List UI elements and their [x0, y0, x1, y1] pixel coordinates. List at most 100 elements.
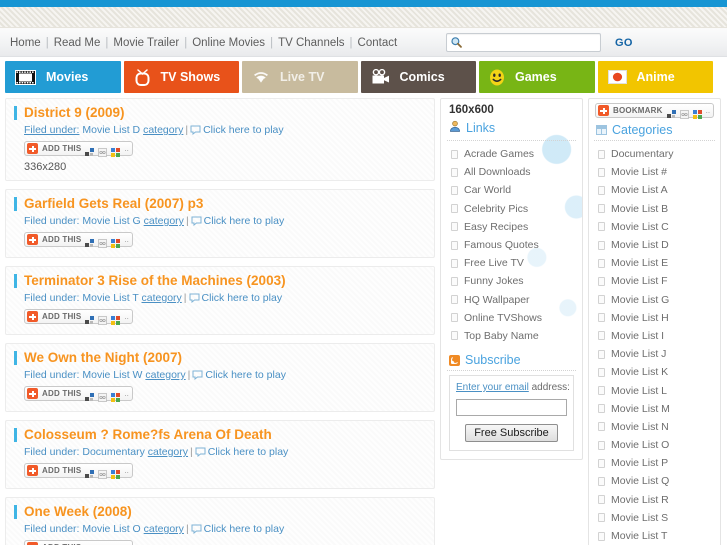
category-list-item[interactable]: Movie List # [594, 163, 715, 181]
category-list-item[interactable]: Movie List C [594, 218, 715, 236]
filed-under-label[interactable]: Filed under: [24, 215, 79, 227]
main-menu: Home | Read Me | Movie Trailer | Online Movies… [0, 37, 398, 49]
category-word-link[interactable]: category [142, 292, 182, 304]
tab-tv-shows[interactable]: TV Shows [123, 61, 239, 93]
subscribe-email-input[interactable] [456, 398, 567, 416]
enter-your-email-link[interactable]: Enter your email [456, 382, 529, 393]
category-list-item[interactable]: Movie List E [594, 254, 715, 272]
meta-separator: | [190, 446, 193, 458]
category-list-item[interactable]: Movie List H [594, 309, 715, 327]
category-list-item[interactable]: Movie List P [594, 454, 715, 472]
link-list-item[interactable]: Celebrity Pics [447, 200, 576, 218]
category-list-item[interactable]: Movie List A [594, 181, 715, 199]
addthis-widget[interactable]: ADD THIS.. [24, 232, 133, 248]
post-title-link[interactable]: Garfield Gets Real (2007) p3 [24, 196, 203, 211]
search-input[interactable] [463, 35, 593, 50]
post-title-link[interactable]: One Week (2008) [24, 504, 132, 519]
tab-live-tv[interactable]: Live TV [242, 61, 358, 93]
category-list-item[interactable]: Movie List I [594, 327, 715, 345]
category-list-item[interactable]: Movie List S [594, 509, 715, 527]
category-list-item[interactable]: Movie List R [594, 491, 715, 509]
category-list-item[interactable]: Movie List G [594, 291, 715, 309]
link-list-item[interactable]: Top Baby Name [447, 327, 576, 345]
free-subscribe-button[interactable]: Free Subscribe [465, 423, 558, 442]
play-link[interactable]: Click here to play [205, 369, 286, 381]
filed-under-label[interactable]: Filed under: [24, 369, 79, 381]
links-list: Acrade Games All Downloads Car World Celebr… [447, 145, 576, 345]
menu-item-read-me[interactable]: Read Me [53, 37, 102, 49]
category-list-item[interactable]: Movie List Q [594, 472, 715, 490]
post-category-link[interactable]: Movie List G [82, 215, 140, 227]
play-link[interactable]: Click here to play [204, 215, 285, 227]
tab-games[interactable]: Games [479, 61, 595, 93]
search-go-button[interactable]: GO [615, 37, 633, 49]
play-link[interactable]: Click here to play [204, 523, 285, 535]
search-box[interactable] [446, 33, 601, 52]
tab-comics[interactable]: Comics [360, 61, 476, 93]
menu-item-tv-channels[interactable]: TV Channels [277, 37, 345, 49]
addthis-widget[interactable]: ADD THIS.. [24, 309, 133, 325]
post-category-link[interactable]: Movie List W [82, 369, 142, 381]
category-word-link[interactable]: category [144, 215, 184, 227]
category-list-item[interactable]: Movie List N [594, 418, 715, 436]
post-category-link[interactable]: Movie List T [82, 292, 138, 304]
category-list-item[interactable]: Movie List T [594, 527, 715, 545]
post-title-row: One Week (2008) [14, 504, 426, 519]
menu-item-movie-trailer[interactable]: Movie Trailer [112, 37, 180, 49]
filed-under-label[interactable]: Filed under: [24, 124, 79, 136]
category-word-link[interactable]: category [145, 369, 185, 381]
menu-item-online-movies[interactable]: Online Movies [191, 37, 266, 49]
addthis-widget[interactable]: ADD THIS.. [24, 463, 133, 479]
bookmark-widget[interactable]: BOOKMARK .. [595, 103, 715, 119]
category-word-link[interactable]: category [148, 446, 188, 458]
category-list-item[interactable]: Movie List J [594, 345, 715, 363]
addthis-widget[interactable]: ADD THIS.. [24, 141, 133, 157]
link-list-item-label: Funny Jokes [464, 275, 524, 288]
category-list-item[interactable]: Movie List M [594, 400, 715, 418]
addthis-widget[interactable]: ADD THIS.. [24, 386, 133, 402]
post-category-link[interactable]: Movie List O [82, 523, 140, 535]
post-title-link[interactable]: We Own the Night (2007) [24, 350, 182, 365]
post-category-link[interactable]: Documentary [82, 446, 144, 458]
link-list-item[interactable]: Easy Recipes [447, 218, 576, 236]
link-list-item[interactable]: HQ Wallpaper [447, 291, 576, 309]
link-list-item[interactable]: Famous Quotes [447, 236, 576, 254]
category-list-item[interactable]: Movie List D [594, 236, 715, 254]
tab-anime[interactable]: Anime [597, 61, 713, 93]
category-list-item-label: Movie List S [611, 511, 669, 524]
post-title-link[interactable]: Terminator 3 Rise of the Machines (2003) [24, 273, 286, 288]
post-category-link[interactable]: Movie List D [82, 124, 140, 136]
filed-under-label[interactable]: Filed under: [24, 292, 79, 304]
filed-under-label[interactable]: Filed under: [24, 523, 79, 535]
post-title-link[interactable]: Colosseum ? Rome?fs Arena Of Death [24, 427, 272, 442]
tab-movies[interactable]: Movies [5, 61, 121, 93]
post-title-link[interactable]: District 9 (2009) [24, 105, 125, 120]
comment-bubble-icon [189, 293, 200, 304]
link-list-item[interactable]: All Downloads [447, 163, 576, 181]
filed-under-label[interactable]: Filed under: [24, 446, 79, 458]
play-link[interactable]: Click here to play [202, 292, 283, 304]
category-list-item[interactable]: Movie List B [594, 200, 715, 218]
document-icon [598, 240, 605, 250]
category-list-item[interactable]: Movie List O [594, 436, 715, 454]
category-list-item-label: Movie List F [611, 275, 668, 288]
category-list-item[interactable]: Movie List L [594, 381, 715, 399]
link-list-item-label: Acrade Games [464, 148, 535, 161]
link-list-item[interactable]: Car World [447, 181, 576, 199]
link-list-item[interactable]: Online TVShows [447, 309, 576, 327]
link-list-item[interactable]: Free Live TV [447, 254, 576, 272]
category-list-item[interactable]: Documentary [594, 145, 715, 163]
category-list-item[interactable]: Movie List F [594, 272, 715, 290]
category-word-link[interactable]: category [144, 523, 184, 535]
share-squares-icon [85, 389, 95, 401]
link-list-item[interactable]: Funny Jokes [447, 272, 576, 290]
category-list-item[interactable]: Movie List K [594, 363, 715, 381]
menu-item-home[interactable]: Home [9, 37, 42, 49]
play-link[interactable]: Click here to play [203, 124, 284, 136]
addthis-widget[interactable]: ADD THIS.. [24, 540, 133, 545]
menu-item-contact[interactable]: Contact [357, 37, 399, 49]
play-link[interactable]: Click here to play [208, 446, 289, 458]
tab-label: Comics [399, 70, 445, 84]
category-word-link[interactable]: category [143, 124, 183, 136]
link-list-item[interactable]: Acrade Games [447, 145, 576, 163]
